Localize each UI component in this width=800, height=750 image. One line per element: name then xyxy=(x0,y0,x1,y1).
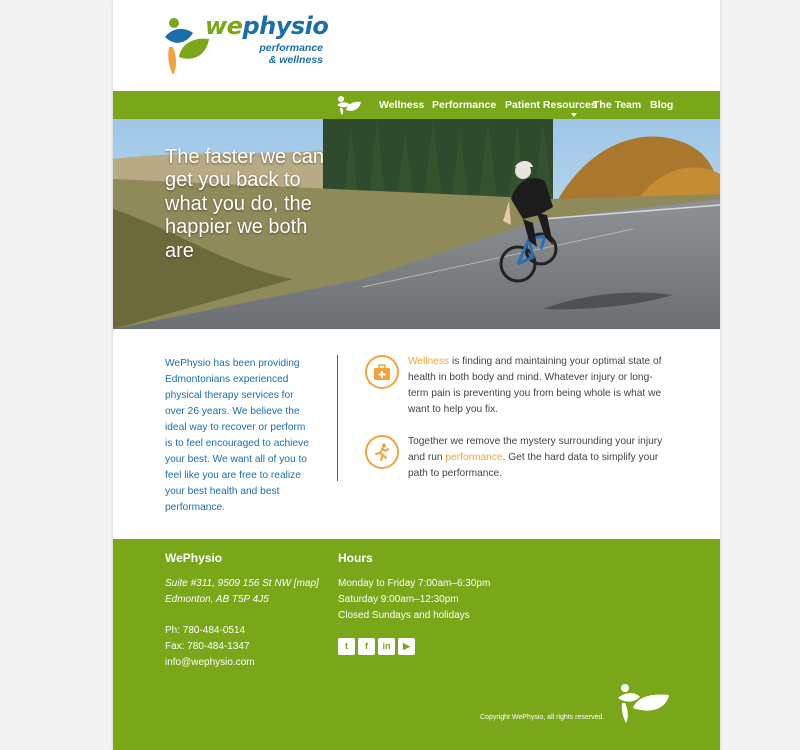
footer-contact-heading: WePhysio xyxy=(165,551,223,565)
logo-physio: physio xyxy=(242,12,329,40)
leaf-figure-icon[interactable] xyxy=(336,94,362,116)
logo-tagline-2: & wellness xyxy=(268,54,323,66)
wellness-link[interactable]: Wellness xyxy=(408,356,449,367)
footer-phone[interactable]: Ph: 780-484-0514 xyxy=(165,625,245,636)
footer-copyright: Copyright WePhysio, all rights reserved. xyxy=(480,714,605,721)
logo-wordmark: wephysio xyxy=(205,12,329,40)
nav-item-patient-resources[interactable]: Patient Resources xyxy=(505,99,597,111)
feature-wellness-text: Wellness is finding and maintaining your… xyxy=(408,354,670,418)
first-aid-kit-icon xyxy=(374,364,390,380)
nav-item-the-team[interactable]: The Team xyxy=(593,99,641,111)
footer-fax: Fax: 780-484-1347 xyxy=(165,641,250,652)
footer-address-line-1[interactable]: Suite #311, 9509 156 St NW [map] xyxy=(165,578,319,589)
footer-hours-weekday: Monday to Friday 7:00am–6:30pm xyxy=(338,578,491,589)
content-divider xyxy=(337,355,338,481)
intro-paragraph: WePhysio has been providing Edmontonians… xyxy=(165,358,309,513)
footer-logo-icon xyxy=(618,684,669,723)
facebook-icon[interactable]: f xyxy=(358,638,375,655)
feature-performance-text: Together we remove the mystery surroundi… xyxy=(408,434,670,482)
nav-item-performance[interactable]: Performance xyxy=(432,99,496,111)
hero-banner: The faster we can get you back to what y… xyxy=(113,119,720,329)
footer-hours-saturday: Saturday 9:00am–12:30pm xyxy=(338,594,459,605)
site-logo[interactable]: wephysio performance & wellness xyxy=(163,10,329,80)
main-nav: Wellness Performance Patient Resources T… xyxy=(113,91,720,119)
footer-hours-closed: Closed Sundays and holidays xyxy=(338,610,470,621)
feature-icon-circle xyxy=(365,355,399,389)
nav-item-wellness[interactable]: Wellness xyxy=(379,99,424,111)
footer-address-line-2: Edmonton, AB T5P 4J5 xyxy=(165,594,269,605)
site-footer: WePhysio Suite #311, 9509 156 St NW [map… xyxy=(113,539,720,750)
twitter-icon[interactable]: t xyxy=(338,638,355,655)
youtube-icon[interactable]: ▶ xyxy=(398,638,415,655)
feature-icon-circle xyxy=(365,435,399,469)
linkedin-icon[interactable]: in xyxy=(378,638,395,655)
footer-hours-heading: Hours xyxy=(338,551,373,565)
performance-link[interactable]: performance xyxy=(445,452,502,463)
runner-icon xyxy=(375,443,389,461)
logo-tagline-1: performance xyxy=(259,42,323,54)
page-container: wephysio performance & wellness Wellness… xyxy=(113,0,720,750)
nav-item-blog[interactable]: Blog xyxy=(650,99,673,111)
logo-we: we xyxy=(205,12,243,40)
footer-email-link[interactable]: info@wephysio.com xyxy=(165,657,255,668)
logo-mark-icon xyxy=(165,18,209,75)
chevron-down-icon[interactable] xyxy=(571,113,577,117)
hero-headline: The faster we can get you back to what y… xyxy=(165,146,324,262)
